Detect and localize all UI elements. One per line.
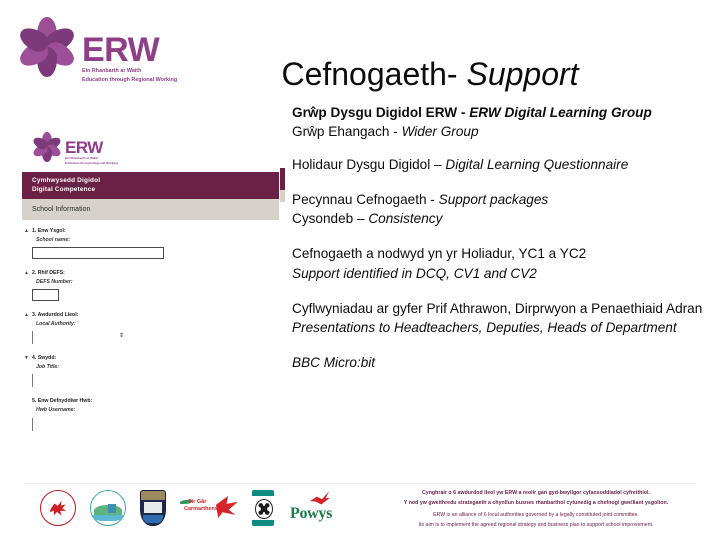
caret-icon: ▲ xyxy=(24,228,29,234)
crest-base-icon xyxy=(143,515,163,523)
hwb-username-input[interactable] xyxy=(32,417,122,431)
caret-icon: ▼ xyxy=(24,355,29,362)
screenshot-header-cy: Cymhwysedd Digidol xyxy=(32,177,101,184)
screenshot-header-en: Digital Competence xyxy=(32,185,96,193)
text-cy: Holidaur Dysgu Digidol – xyxy=(292,156,446,172)
field-label-en: DEFS Number: xyxy=(36,278,73,285)
screenshot-logo-tagline-en: Education through Regional Working xyxy=(65,160,118,165)
footer-statement: Cynghrair o 6 awdurdod lleol yw ERW a re… xyxy=(366,489,706,531)
screenshot-erw-logo: ERW Ein Rhanbarth ar Waith Education thr… xyxy=(30,130,118,166)
text-en: Support identified in DCQ, CV1 and CV2 xyxy=(292,265,537,281)
erw-flower-icon-small xyxy=(30,130,64,164)
field-label-cy: 5. Enw Defnyddiwr Hwb: xyxy=(32,398,93,405)
screenshot-section-title: School Information xyxy=(22,199,279,220)
celtic-knot-icon xyxy=(255,499,273,519)
screenshot-header-banner: Cymhwysedd Digidol Digital Competence xyxy=(22,172,279,199)
bird-icon xyxy=(310,491,330,505)
field-label-cy: ▲ 1. Enw Ysgol: xyxy=(24,228,66,234)
page-title-cy: Cefnogaeth- xyxy=(281,56,467,93)
form-field-hwb-username: 5. Enw Defnyddiwr Hwb: Hwb Username: xyxy=(22,398,279,431)
powys-wordmark: Powys xyxy=(290,505,333,522)
text-en: Support packages xyxy=(438,191,549,207)
text-en: ERW Digital Learning Group xyxy=(469,105,652,120)
swoosh-icon xyxy=(216,496,238,518)
footer-divider xyxy=(24,483,696,484)
questionnaire-screenshot: ERW Ein Rhanbarth ar Waith Education thr… xyxy=(8,118,279,468)
text-en: Digital Learning Questionnaire xyxy=(445,156,629,172)
footer-en-line-1: ERW is an alliance of 6 local authoritie… xyxy=(433,512,639,519)
powys-logo: Powys xyxy=(288,491,350,525)
local-authority-select[interactable]: ⇕ xyxy=(32,331,124,345)
crest-field-icon xyxy=(144,502,162,513)
ceredigion-logo xyxy=(90,490,126,526)
stepper-icon: ⇕ xyxy=(118,333,124,340)
bullet-questionnaire: Holidaur Dysgu Digidol – Digital Learnin… xyxy=(292,155,710,174)
bullet-digital-learning-group: Grŵp Dysgu Digidol ERW - ERW Digital Lea… xyxy=(292,103,710,142)
screenshot-field-list: ▲ 1. Enw Ysgol: School name: ▲ 2. Rhif DEF… xyxy=(22,228,279,442)
dragon-icon xyxy=(49,500,67,516)
text-cy-2: Grŵp Ehangach - xyxy=(292,124,402,140)
field-label-en: School name: xyxy=(36,236,71,243)
school-name-input[interactable] xyxy=(32,247,164,260)
bullet-support-identified: Cefnogaeth a nodwyd yn yr Holiadur, YC1 … xyxy=(292,244,710,283)
field-label-cy: ▲ 3. Awdurdod Lleol: xyxy=(24,312,79,319)
field-label-cy: ▲ 2. Rhif DEFS: xyxy=(24,270,65,277)
footer-en-line-2: Its aim is to implement the agreed regio… xyxy=(418,521,654,528)
field-label-en: Local Authority: xyxy=(36,321,76,328)
text-cy: Cefnogaeth a nodwyd yn yr Holiadur, YC1 … xyxy=(292,246,587,262)
defs-number-input[interactable] xyxy=(32,289,59,302)
field-label-en: Hwb Username: xyxy=(36,407,76,414)
screenshot-edge-accent-purple xyxy=(280,168,285,190)
job-title-input[interactable] xyxy=(32,374,122,388)
page-title: Cefnogaeth- Support xyxy=(150,57,710,92)
body-copy: Grŵp Dysgu Digidol ERW - ERW Digital Lea… xyxy=(292,103,710,386)
carmarthenshire-logo: Sir Gâr Carmarthenshire xyxy=(180,494,238,522)
footer: Sir Gâr Carmarthenshire Powys Cynghrair … xyxy=(0,486,720,540)
form-field-school-name: ▲ 1. Enw Ysgol: School name: xyxy=(22,228,279,260)
form-field-defs-number: ▲ 2. Rhif DEFS: DEFS Number: xyxy=(22,270,279,302)
text-en: Presentations to Headteachers, Deputies,… xyxy=(292,320,677,336)
field-label-en: Job Title: xyxy=(36,364,59,371)
form-field-local-authority: ▲ 3. Awdurdod Lleol: Local Authority: ⇕ xyxy=(22,312,279,345)
swansea-logo xyxy=(252,490,274,526)
field-label-cy: ▼ 4. Swydd: xyxy=(24,355,57,362)
crest-crown-icon xyxy=(141,491,165,500)
text-en-2: Wider Group xyxy=(401,124,479,140)
caret-icon: ▲ xyxy=(24,312,29,319)
carmarthenshire-label-cy: Sir Gâr xyxy=(188,499,207,505)
screenshot-logo-wordmark: ERW xyxy=(65,138,103,157)
form-field-job-title: ▼ 4. Swydd: Job Title: xyxy=(22,355,279,388)
text-cy: Cyflwyniadau ar gyfer Prif Athrawon, Dir… xyxy=(292,301,703,317)
slide-canvas: ERW Ein Rhanbarth ar Waith Education thr… xyxy=(0,0,720,540)
bullet-bbc-microbit: BBC Micro:bit xyxy=(292,353,710,372)
water-icon xyxy=(93,515,123,521)
text-en: BBC Micro:bit xyxy=(292,354,376,370)
castle-icon xyxy=(108,504,116,513)
caret-icon: ▲ xyxy=(24,270,29,277)
pembrokeshire-logo xyxy=(140,490,166,526)
footer-cy-line-1: Cynghrair o 6 awdurdod lleol yw ERW a re… xyxy=(421,490,651,496)
text-cy-2: Cysondeb – xyxy=(292,211,369,227)
text-cy: Pecynnau Cefnogaeth - xyxy=(292,191,439,207)
text-cy: Grŵp Dysgu Digidol ERW - xyxy=(292,105,470,120)
text-en-2: Consistency xyxy=(368,211,443,227)
neath-port-talbot-logo xyxy=(40,490,76,526)
partner-logo-strip: Sir Gâr Carmarthenshire Powys xyxy=(40,490,350,526)
bullet-support-packages: Pecynnau Cefnogaeth - Support packages C… xyxy=(292,190,710,229)
page-title-en: Support xyxy=(466,56,579,93)
footer-cy-line-2: Y nod yw gweithredu strategaeth a chynll… xyxy=(403,499,669,506)
bullet-presentations: Cyflwyniadau ar gyfer Prif Athrawon, Dir… xyxy=(292,299,710,338)
erw-flower-icon xyxy=(14,14,80,80)
screenshot-edge-accent-grey xyxy=(280,190,285,202)
